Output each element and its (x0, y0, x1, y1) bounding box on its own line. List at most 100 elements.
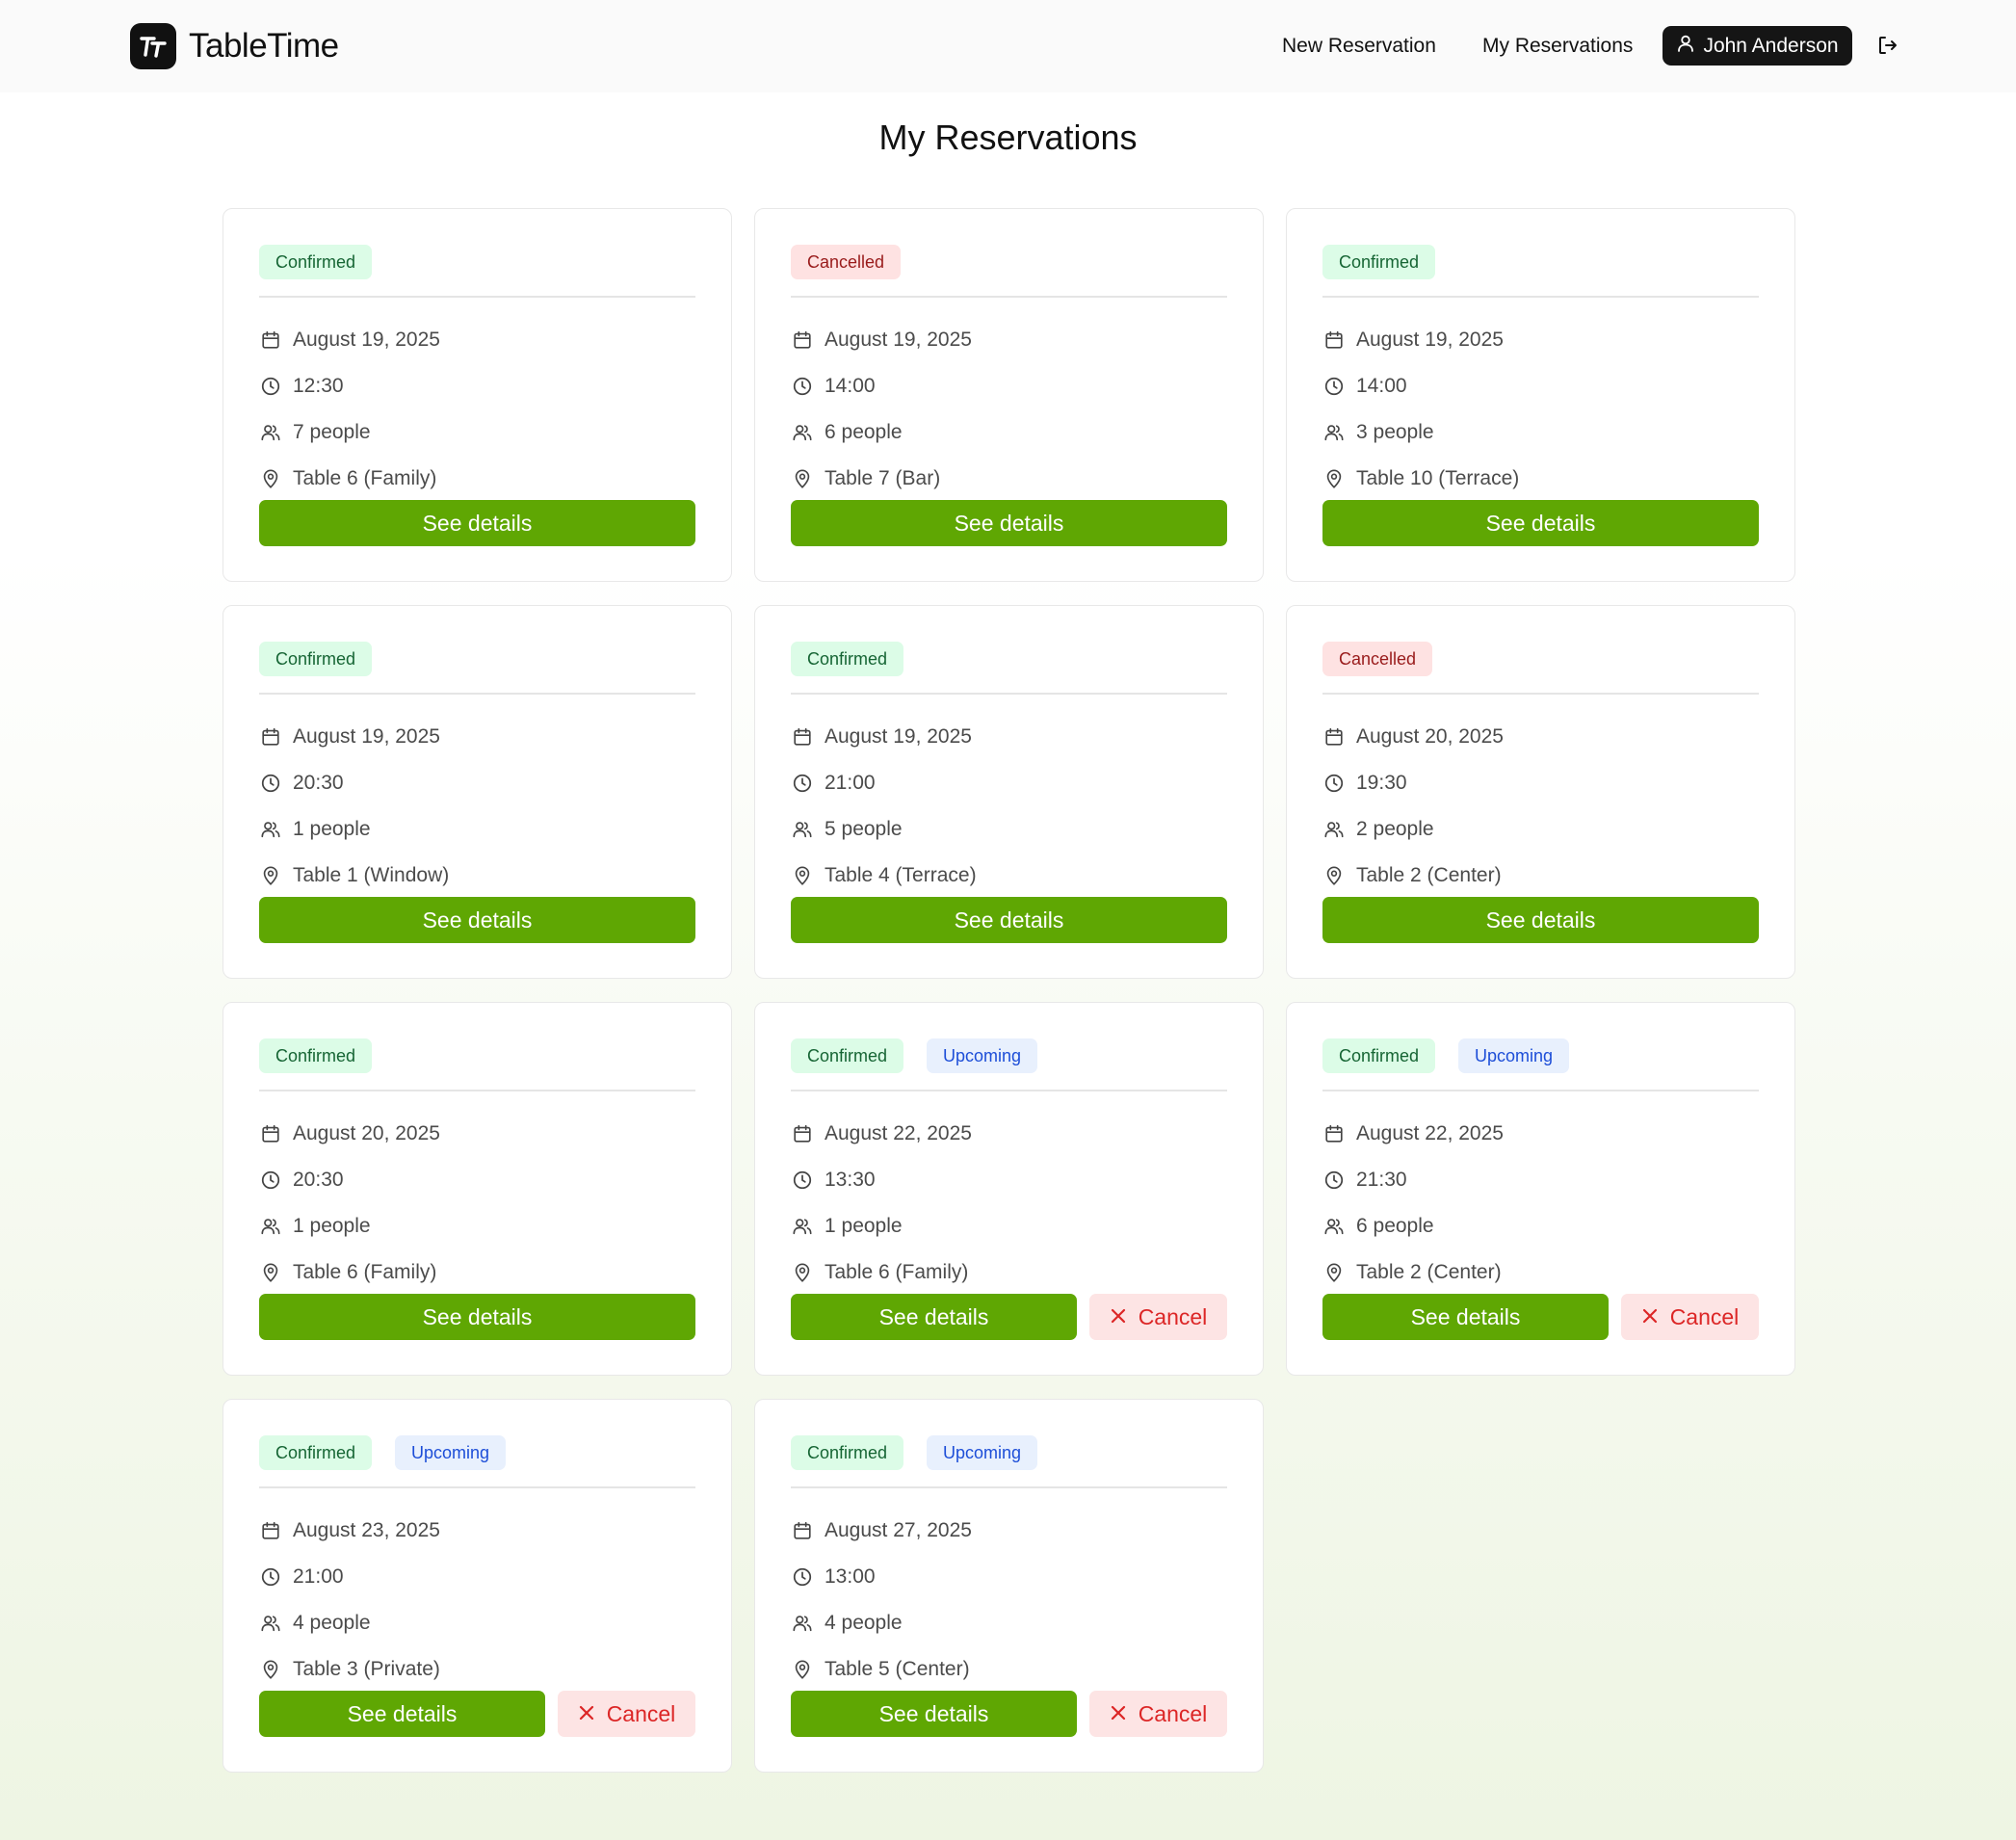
reservation-card: Cancelled August 20, 2025 19:30 2 people… (1286, 605, 1795, 979)
table-row: Table 10 (Terrace) (1322, 456, 1519, 502)
users-icon (259, 1612, 282, 1635)
calendar-icon (259, 725, 282, 749)
people-row: 4 people (791, 1600, 972, 1646)
clock-icon (791, 772, 814, 795)
see-details-button[interactable]: See details (259, 897, 695, 943)
see-details-button[interactable]: See details (259, 1294, 695, 1340)
cancel-button[interactable]: Cancel (1089, 1294, 1227, 1340)
date-row: August 19, 2025 (259, 317, 440, 363)
reservation-info: August 19, 2025 14:00 3 people Table 10 … (1322, 317, 1519, 502)
reservation-time: 14:00 (825, 375, 876, 397)
app-header: TableTime New Reservation My Reservation… (0, 0, 2016, 92)
reservation-card: Confirmed Upcoming August 23, 2025 21:00 (223, 1399, 732, 1773)
reservation-card: Confirmed August 19, 2025 20:30 1 people… (223, 605, 732, 979)
date-row: August 19, 2025 (791, 714, 977, 760)
table-row: Table 1 (Window) (259, 853, 449, 899)
see-details-button[interactable]: See details (1322, 500, 1759, 546)
reservation-people: 1 people (825, 1215, 903, 1237)
reservation-info: August 19, 2025 20:30 1 people Table 1 (… (259, 714, 449, 899)
time-row: 21:30 (1322, 1157, 1504, 1203)
reservation-card: Confirmed August 20, 2025 20:30 1 people… (223, 1002, 732, 1376)
divider (791, 693, 1227, 695)
status-badge: Confirmed (791, 1038, 904, 1073)
badge-group: Confirmed (791, 642, 904, 676)
nav-my-reservations[interactable]: My Reservations (1482, 35, 1633, 58)
time-row: 12:30 (259, 363, 440, 409)
see-details-button[interactable]: See details (1322, 897, 1759, 943)
calendar-icon (1322, 725, 1346, 749)
nav-new-reservation[interactable]: New Reservation (1282, 35, 1436, 58)
time-row: 13:30 (791, 1157, 972, 1203)
cancel-button[interactable]: Cancel (1089, 1691, 1227, 1737)
clock-icon (1322, 375, 1346, 398)
clock-icon (791, 375, 814, 398)
see-details-button[interactable]: See details (259, 1691, 545, 1737)
table-row: Table 6 (Family) (259, 456, 440, 502)
divider (791, 296, 1227, 298)
status-badge: Confirmed (259, 642, 373, 676)
users-icon (259, 1215, 282, 1238)
map-pin-icon (791, 1261, 814, 1284)
brand-name: TableTime (189, 27, 339, 65)
reservation-time: 21:30 (1356, 1169, 1407, 1191)
status-badge: Cancelled (1322, 642, 1433, 676)
reservation-time: 20:30 (293, 1169, 344, 1191)
upcoming-badge: Upcoming (1458, 1038, 1570, 1073)
divider (791, 1486, 1227, 1488)
see-details-button[interactable]: See details (791, 1294, 1077, 1340)
card-actions: See details (259, 500, 695, 546)
user-icon (1676, 34, 1695, 59)
clock-icon (1322, 772, 1346, 795)
status-badge: Confirmed (259, 245, 373, 279)
card-actions: See details (1322, 500, 1759, 546)
see-details-button[interactable]: See details (791, 897, 1227, 943)
badge-group: Cancelled (791, 245, 902, 279)
reservation-table: Table 2 (Center) (1356, 864, 1502, 886)
divider (259, 1090, 695, 1091)
calendar-icon (259, 1122, 282, 1145)
logout-icon[interactable] (1874, 32, 1901, 59)
reservation-people: 4 people (825, 1612, 903, 1634)
date-row: August 19, 2025 (259, 714, 449, 760)
cancel-button[interactable]: Cancel (1621, 1294, 1759, 1340)
users-icon (791, 421, 814, 444)
status-badge: Confirmed (791, 1435, 904, 1470)
reservation-table: Table 7 (Bar) (825, 467, 941, 489)
users-icon (1322, 818, 1346, 841)
time-row: 20:30 (259, 760, 449, 806)
reservation-card: Confirmed Upcoming August 22, 2025 21:30 (1286, 1002, 1795, 1376)
see-details-button[interactable]: See details (259, 500, 695, 546)
calendar-icon (791, 1122, 814, 1145)
divider (259, 296, 695, 298)
see-details-button[interactable]: See details (1322, 1294, 1609, 1340)
reservation-info: August 22, 2025 13:30 1 people Table 6 (… (791, 1111, 972, 1296)
reservation-card: Confirmed Upcoming August 22, 2025 13:30 (754, 1002, 1264, 1376)
status-badge: Cancelled (791, 245, 902, 279)
reservation-date: August 20, 2025 (293, 1122, 440, 1144)
card-actions: See details (259, 897, 695, 943)
reservation-table: Table 10 (Terrace) (1356, 467, 1520, 489)
brand[interactable]: TableTime (130, 23, 339, 69)
reservation-card: Confirmed August 19, 2025 14:00 3 people… (1286, 208, 1795, 582)
card-actions: See details (1322, 897, 1759, 943)
cancel-button[interactable]: Cancel (558, 1691, 695, 1737)
user-menu-button[interactable]: John Anderson (1663, 26, 1852, 66)
calendar-icon (259, 1519, 282, 1542)
users-icon (791, 818, 814, 841)
upcoming-badge: Upcoming (395, 1435, 507, 1470)
reservation-date: August 19, 2025 (1356, 329, 1504, 351)
table-row: Table 7 (Bar) (791, 456, 972, 502)
see-details-button[interactable]: See details (791, 1691, 1077, 1737)
clock-icon (259, 1169, 282, 1192)
close-icon (578, 1701, 595, 1727)
badge-group: Confirmed Upcoming (791, 1038, 1038, 1073)
reservation-table: Table 6 (Family) (293, 1261, 437, 1283)
page-title: My Reservations (878, 118, 1138, 157)
people-row: 2 people (1322, 806, 1504, 853)
users-icon (1322, 1215, 1346, 1238)
see-details-button[interactable]: See details (791, 500, 1227, 546)
map-pin-icon (791, 864, 814, 887)
reservation-info: August 19, 2025 12:30 7 people Table 6 (… (259, 317, 440, 502)
card-actions: See details Cancel (1322, 1294, 1759, 1340)
reservation-people: 5 people (825, 818, 903, 840)
